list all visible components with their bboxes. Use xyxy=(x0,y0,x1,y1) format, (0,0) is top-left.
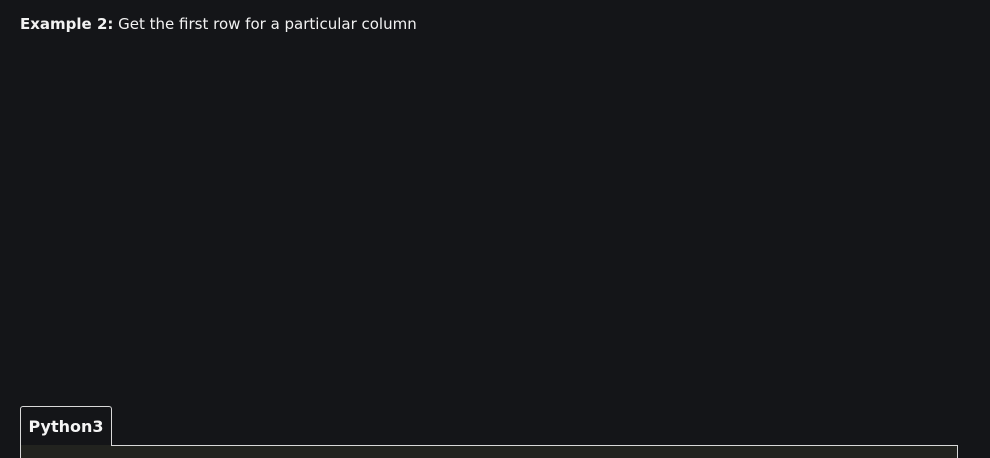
example-description: Get the first row for a particular colum… xyxy=(113,15,417,33)
page: Example 2: Get the first row for a parti… xyxy=(0,0,990,458)
example-label: Example 2: xyxy=(20,15,114,33)
code-panel xyxy=(20,445,958,458)
tab-python3[interactable]: Python3 xyxy=(20,406,112,446)
code-tabs: Python3 xyxy=(20,406,958,458)
example-heading: Example 2: Get the first row for a parti… xyxy=(20,13,417,35)
active-tab-connector xyxy=(21,445,111,447)
